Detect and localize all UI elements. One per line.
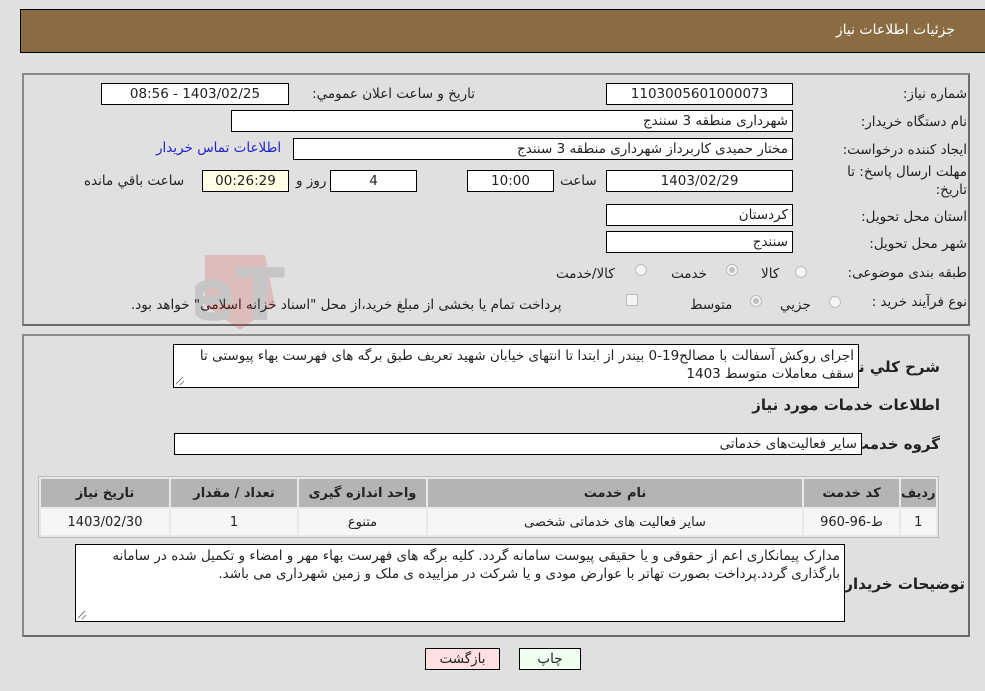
requester-field: مختار حمیدی کاربرداز شهرداری منطقه 3 سنن… <box>293 138 793 160</box>
cell-code: ط-96-960 <box>804 509 899 535</box>
services-table: ردیف کد خدمت نام خدمت واحد اندازه گیری ت… <box>38 476 939 538</box>
print-button[interactable]: چاپ <box>519 648 581 670</box>
col-unit: واحد اندازه گیری <box>299 479 426 507</box>
col-code: کد خدمت <box>804 479 899 507</box>
category-option-goods-service: کالا/خدمت <box>556 266 615 282</box>
treasury-checkbox[interactable] <box>626 294 638 306</box>
deadline-date-field: 1403/02/29 <box>606 170 793 192</box>
category-option-service: خدمت <box>671 266 707 282</box>
description-textarea[interactable]: اجرای روکش آسفالت با مصالح19-0 بیندر از … <box>173 344 859 388</box>
deadline-label-line2: تاریخ: <box>935 182 967 198</box>
treasury-note: پرداخت تمام یا بخشی از مبلغ خرید،از محل … <box>131 297 562 313</box>
table-row: 1 ط-96-960 سایر فعالیت های خدماتی شخصی م… <box>41 509 936 535</box>
need-number-field: 1103005601000073 <box>606 83 793 105</box>
services-section-title: اطلاعات خدمات مورد نیاز <box>752 396 940 414</box>
need-number-label: شماره نیاز: <box>902 86 967 102</box>
col-date: تاریخ نیاز <box>41 479 169 507</box>
page-header: جزئیات اطلاعات نیاز <box>20 9 985 53</box>
buyer-contact-link[interactable]: اطلاعات تماس خریدار <box>156 140 281 156</box>
category-radio-goods[interactable] <box>795 266 807 278</box>
cell-unit: متنوع <box>299 509 426 535</box>
back-button[interactable]: بازگشت <box>425 648 500 670</box>
remaining-time-label: ساعت باقي مانده <box>84 173 185 189</box>
deadline-time-label: ساعت <box>560 173 597 189</box>
days-label: روز و <box>296 173 327 189</box>
deadline-label-line1: مهلت ارسال پاسخ: تا <box>847 164 967 180</box>
cell-qty: 1 <box>171 509 297 535</box>
col-row: ردیف <box>901 479 936 507</box>
resize-handle-icon[interactable] <box>176 377 184 385</box>
process-option-medium: متوسط <box>690 297 733 313</box>
process-label: نوع فرآیند خرید : <box>871 294 967 310</box>
deadline-time-field: 10:00 <box>467 170 554 192</box>
announce-datetime-field: 1403/02/25 - 08:56 <box>101 83 289 105</box>
province-label: استان محل تحویل: <box>861 209 967 225</box>
process-radio-medium[interactable] <box>750 295 762 307</box>
province-field: کردستان <box>606 204 793 226</box>
services-table-wrap: ردیف کد خدمت نام خدمت واحد اندازه گیری ت… <box>38 476 939 538</box>
buyer-org-field: شهرداری منطقه 3 سنندج <box>231 110 793 132</box>
buyer-org-label: نام دستگاه خریدار: <box>860 114 967 130</box>
city-field: سنندج <box>606 231 793 253</box>
process-option-small: جزيي <box>780 297 811 313</box>
category-option-goods: کالا <box>761 266 780 282</box>
col-name: نام خدمت <box>428 479 802 507</box>
requester-label: ایجاد کننده درخواست: <box>842 142 967 158</box>
category-radio-service[interactable] <box>726 264 738 276</box>
remaining-days-field: 4 <box>330 170 417 192</box>
city-label: شهر محل تحویل: <box>869 236 967 252</box>
description-text: اجرای روکش آسفالت با مصالح19-0 بیندر از … <box>199 348 854 382</box>
service-group-field: سایر فعالیت‌های خدماتی <box>174 433 862 455</box>
cell-row: 1 <box>901 509 936 535</box>
cell-name: سایر فعالیت های خدماتی شخصی <box>428 509 802 535</box>
col-qty: تعداد / مقدار <box>171 479 297 507</box>
resize-handle-icon[interactable] <box>78 611 86 619</box>
announce-label: تاریخ و ساعت اعلان عمومي: <box>312 86 475 102</box>
buyer-notes-text: مدارک پیمانکاری اعم از حقوقی و یا حقیقی … <box>112 548 840 582</box>
page-title: جزئیات اطلاعات نیاز <box>835 22 955 38</box>
buyer-notes-label: توضیحات خریدار: <box>838 575 965 593</box>
category-radio-goods-service[interactable] <box>635 264 647 276</box>
deadline-label: مهلت ارسال پاسخ: تا تاریخ: <box>847 164 967 198</box>
process-radio-small[interactable] <box>829 296 841 308</box>
remaining-time-field: 00:26:29 <box>202 170 289 192</box>
table-header-row: ردیف کد خدمت نام خدمت واحد اندازه گیری ت… <box>41 479 936 507</box>
buyer-notes-textarea[interactable]: مدارک پیمانکاری اعم از حقوقی و یا حقیقی … <box>75 544 845 622</box>
category-label: طبقه بندی موضوعی: <box>847 265 967 281</box>
cell-date: 1403/02/30 <box>41 509 169 535</box>
